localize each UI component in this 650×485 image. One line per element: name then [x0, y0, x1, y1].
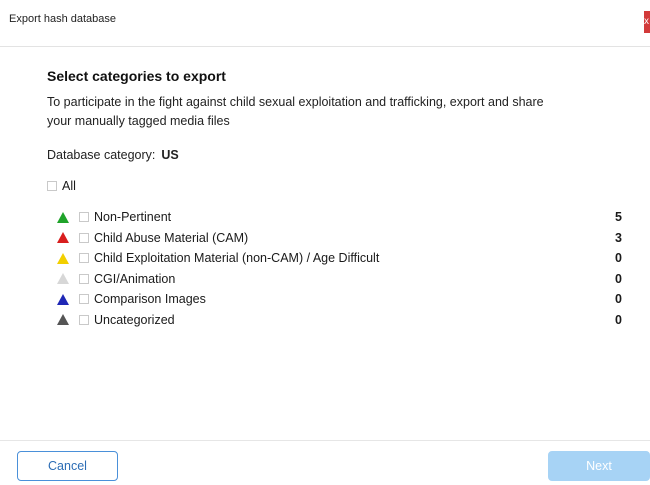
- category-checkbox[interactable]: [79, 314, 89, 325]
- select-all-row[interactable]: All: [47, 179, 76, 193]
- triangle-icon: [57, 273, 69, 285]
- triangle-icon: [57, 293, 69, 305]
- category-label: Child Abuse Material (CAM): [94, 230, 249, 245]
- category-count: 0: [615, 292, 622, 307]
- category-row-non-cam[interactable]: Child Exploitation Material (non-CAM) / …: [57, 248, 622, 269]
- category-checkbox[interactable]: [79, 232, 89, 243]
- select-all-checkbox[interactable]: [47, 181, 57, 191]
- category-label: Non-Pertinent: [94, 210, 172, 225]
- triangle-icon: [57, 252, 69, 264]
- category-checkbox[interactable]: [79, 273, 89, 284]
- category-count: 0: [615, 271, 622, 286]
- category-count: 3: [615, 230, 622, 245]
- page-title: Select categories to export: [47, 68, 226, 84]
- category-label: Uncategorized: [94, 312, 175, 327]
- category-checkbox[interactable]: [79, 253, 89, 264]
- database-category: Database category: US: [47, 148, 179, 162]
- title-bar: Export hash database x: [0, 0, 650, 47]
- footer-divider: [0, 440, 650, 441]
- category-label: Child Exploitation Material (non-CAM) / …: [94, 251, 380, 266]
- category-row-cgi-animation[interactable]: CGI/Animation 0: [57, 269, 622, 290]
- close-button[interactable]: x: [644, 11, 650, 33]
- close-icon: x: [644, 16, 649, 27]
- select-all-label: All: [62, 179, 76, 193]
- database-category-label: Database category:: [47, 148, 156, 162]
- category-count: 5: [615, 210, 622, 225]
- category-checkbox[interactable]: [79, 294, 89, 305]
- next-button[interactable]: Next: [548, 451, 650, 481]
- category-label: Comparison Images: [94, 292, 206, 307]
- triangle-icon: [57, 211, 69, 223]
- export-dialog: Export hash database x Select categories…: [0, 0, 650, 485]
- description-text: To participate in the fight against chil…: [47, 95, 544, 128]
- category-row-cam[interactable]: Child Abuse Material (CAM) 3: [57, 228, 622, 249]
- category-count: 0: [615, 312, 622, 327]
- triangle-icon: [57, 232, 69, 244]
- category-row-uncategorized[interactable]: Uncategorized 0: [57, 310, 622, 331]
- category-list: Non-Pertinent 5 Child Abuse Material (CA…: [57, 207, 622, 330]
- category-checkbox[interactable]: [79, 212, 89, 223]
- triangle-icon: [57, 314, 69, 326]
- category-count: 0: [615, 251, 622, 266]
- category-row-comparison-images[interactable]: Comparison Images 0: [57, 289, 622, 310]
- cancel-button[interactable]: Cancel: [17, 451, 118, 481]
- window-title: Export hash database: [9, 13, 117, 25]
- category-row-non-pertinent[interactable]: Non-Pertinent 5: [57, 207, 622, 228]
- database-category-value: US: [161, 148, 179, 162]
- category-label: CGI/Animation: [94, 271, 176, 286]
